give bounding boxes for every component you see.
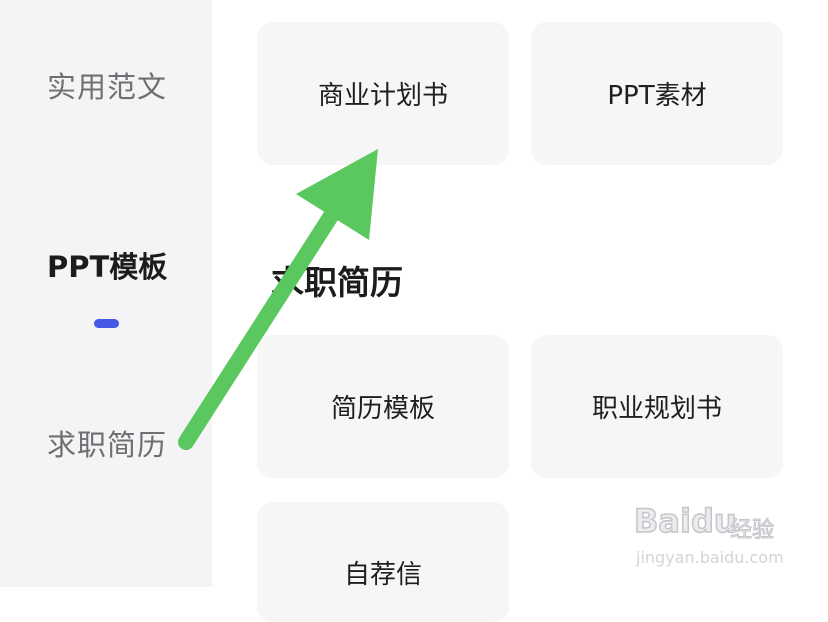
watermark-suffix: 经验 [729,518,775,544]
watermark-brand: Baidu [633,501,737,541]
baidu-jingyan-watermark: Baidu 经验 jingyan.baidu.com [622,498,792,578]
arrow-head [296,149,378,240]
watermark-url: jingyan.baidu.com [636,548,784,567]
arrow-shaft [178,197,346,450]
